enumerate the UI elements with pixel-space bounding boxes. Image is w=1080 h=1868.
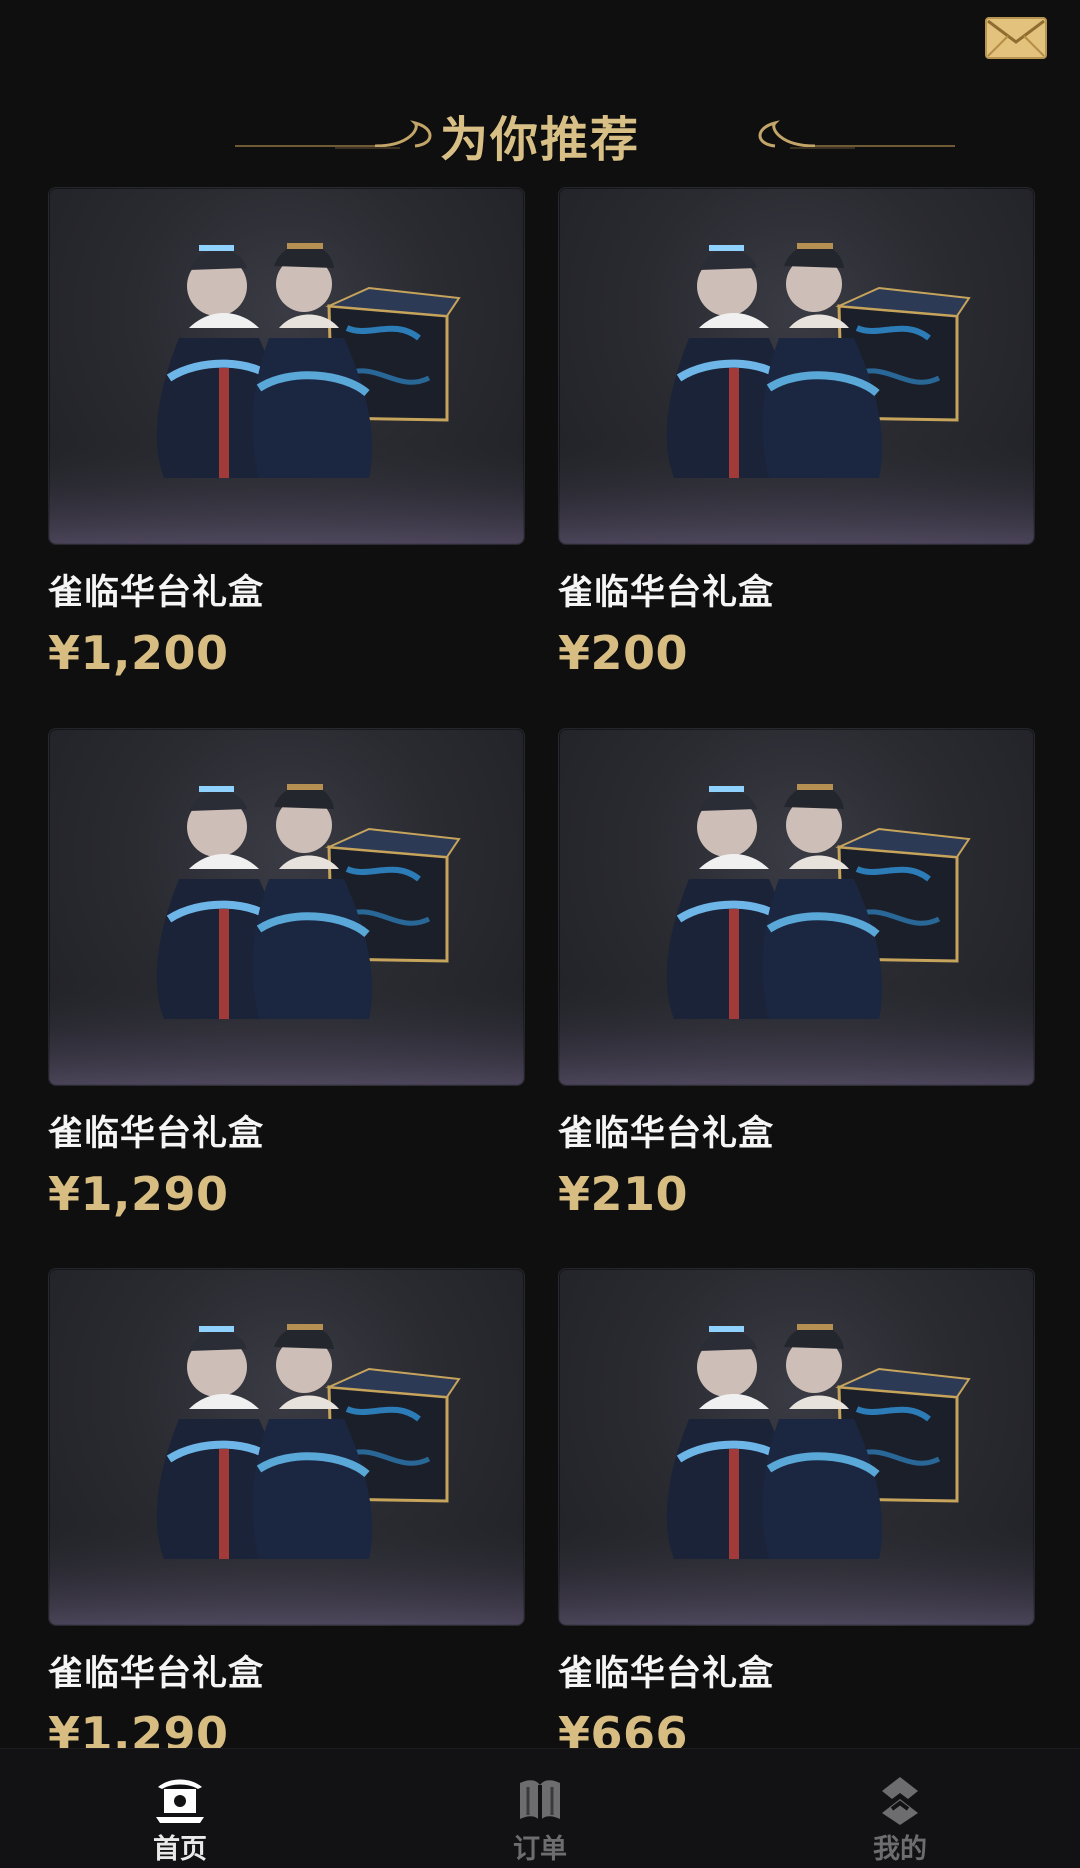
nav-profile-label: 我的 [873, 1834, 927, 1865]
product-image[interactable] [48, 187, 525, 545]
gift-box-character-illustration-icon [49, 243, 524, 544]
product-card[interactable]: 雀临华台礼盒 ¥666 [558, 1268, 1035, 1788]
section-header: 为你推荐 [0, 88, 1080, 178]
mail-envelope-icon[interactable] [984, 14, 1048, 62]
nav-profile[interactable]: 我的 [800, 1749, 1000, 1868]
product-title: 雀临华台礼盒 [558, 573, 775, 613]
profile-emblem-icon [870, 1769, 930, 1829]
product-card[interactable]: 雀临华台礼盒 ¥1,290 [48, 1268, 525, 1788]
product-price: ¥1,290 [48, 1167, 229, 1221]
nav-orders[interactable]: 订单 [440, 1749, 640, 1868]
product-price: ¥1,200 [48, 626, 229, 680]
product-card[interactable]: 雀临华台礼盒 ¥1,290 [48, 728, 525, 1248]
orders-book-icon [510, 1769, 570, 1829]
product-card[interactable]: 雀临华台礼盒 ¥210 [558, 728, 1035, 1248]
gift-box-character-illustration-icon [559, 784, 1034, 1085]
gift-box-character-illustration-icon [559, 243, 1034, 544]
product-image[interactable] [558, 1268, 1035, 1626]
nav-home[interactable]: 首页 [80, 1749, 280, 1868]
product-card[interactable]: 雀临华台礼盒 ¥1,200 [48, 187, 525, 707]
product-title: 雀临华台礼盒 [558, 1654, 775, 1694]
product-image[interactable] [558, 728, 1035, 1086]
product-image[interactable] [48, 1268, 525, 1626]
nav-home-label: 首页 [153, 1834, 207, 1865]
product-title: 雀临华台礼盒 [48, 573, 265, 613]
product-price: ¥200 [558, 626, 689, 680]
bottom-navigation: 首页 订单 我的 [0, 1748, 1080, 1868]
nav-orders-label: 订单 [513, 1834, 567, 1865]
product-title: 雀临华台礼盒 [558, 1114, 775, 1154]
product-card[interactable]: 雀临华台礼盒 ¥200 [558, 187, 1035, 707]
product-title: 雀临华台礼盒 [48, 1654, 265, 1694]
ornament-right-icon [758, 120, 955, 149]
product-image[interactable] [48, 728, 525, 1086]
gift-box-character-illustration-icon [49, 1324, 524, 1625]
home-pavilion-icon [150, 1769, 210, 1829]
gift-box-character-illustration-icon [559, 1324, 1034, 1625]
product-price: ¥210 [558, 1167, 689, 1221]
product-image[interactable] [558, 187, 1035, 545]
gift-box-character-illustration-icon [49, 784, 524, 1085]
product-title: 雀临华台礼盒 [48, 1114, 265, 1154]
